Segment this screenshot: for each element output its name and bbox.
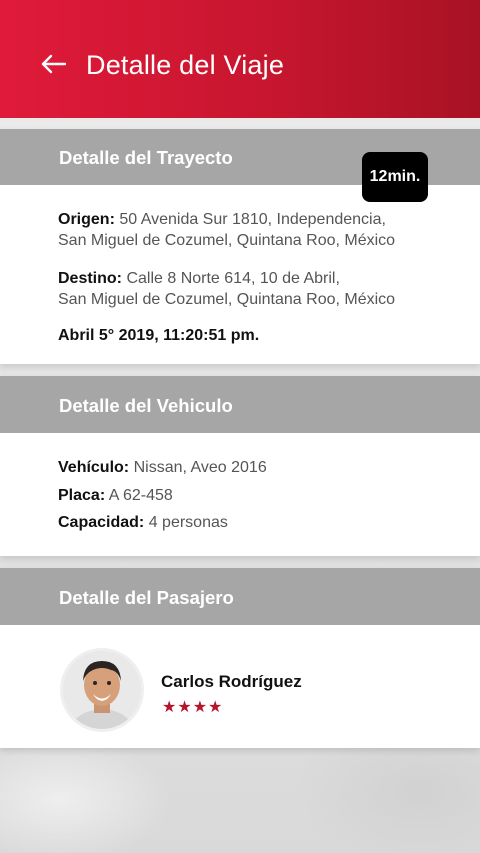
page-title: Detalle del Viaje (86, 50, 285, 80)
vehicle-value: Nissan, Aveo 2016 (133, 459, 267, 476)
trip-datetime: Abril 5° 2019, 11:20:51 pm. (58, 327, 260, 344)
passenger-section-title: Detalle del Pasajero (59, 587, 234, 608)
arrow-left-icon[interactable] (38, 48, 70, 80)
origin-line-2: San Miguel de Cozumel, Quintana Roo, Méx… (58, 232, 396, 249)
passenger-rating-stars: ★★★★ (162, 699, 224, 716)
passenger-section-header: Detalle del Pasajero (0, 568, 480, 625)
capacity-line: Capacidad: 4 personas (58, 513, 228, 533)
person-photo (63, 651, 141, 729)
plate-label: Placa: (58, 487, 106, 504)
destination-line-1: Destino: Calle 8 Norte 614, 10 de Abril, (58, 269, 340, 289)
origin-label: Origen: (58, 211, 115, 228)
vehicle-section-header: Detalle del Vehiculo (0, 376, 480, 433)
app-header: Detalle del Viaje (0, 0, 480, 118)
passenger-avatar (60, 648, 144, 732)
vehicle-label: Vehículo: (58, 459, 130, 476)
vehicle-section-title: Detalle del Vehiculo (59, 395, 233, 416)
trip-section-title: Detalle del Trayecto (59, 147, 233, 168)
destination-line-2: San Miguel de Cozumel, Quintana Roo, Méx… (58, 291, 396, 308)
plate-line: Placa: A 62-458 (58, 486, 173, 506)
plate-value: A 62-458 (108, 487, 173, 504)
capacity-value: 4 personas (148, 514, 228, 531)
capacity-label: Capacidad: (58, 514, 145, 531)
origin-value: 50 Avenida Sur 1810, Independencia, (119, 211, 386, 228)
destination-label: Destino: (58, 270, 122, 287)
origin-line-1: Origen: 50 Avenida Sur 1810, Independenc… (58, 210, 386, 230)
passenger-name: Carlos Rodríguez (161, 672, 302, 691)
destination-value: Calle 8 Norte 614, 10 de Abril, (126, 270, 340, 287)
vehicle-line: Vehículo: Nissan, Aveo 2016 (58, 458, 267, 478)
duration-badge: 12min. (362, 152, 428, 202)
